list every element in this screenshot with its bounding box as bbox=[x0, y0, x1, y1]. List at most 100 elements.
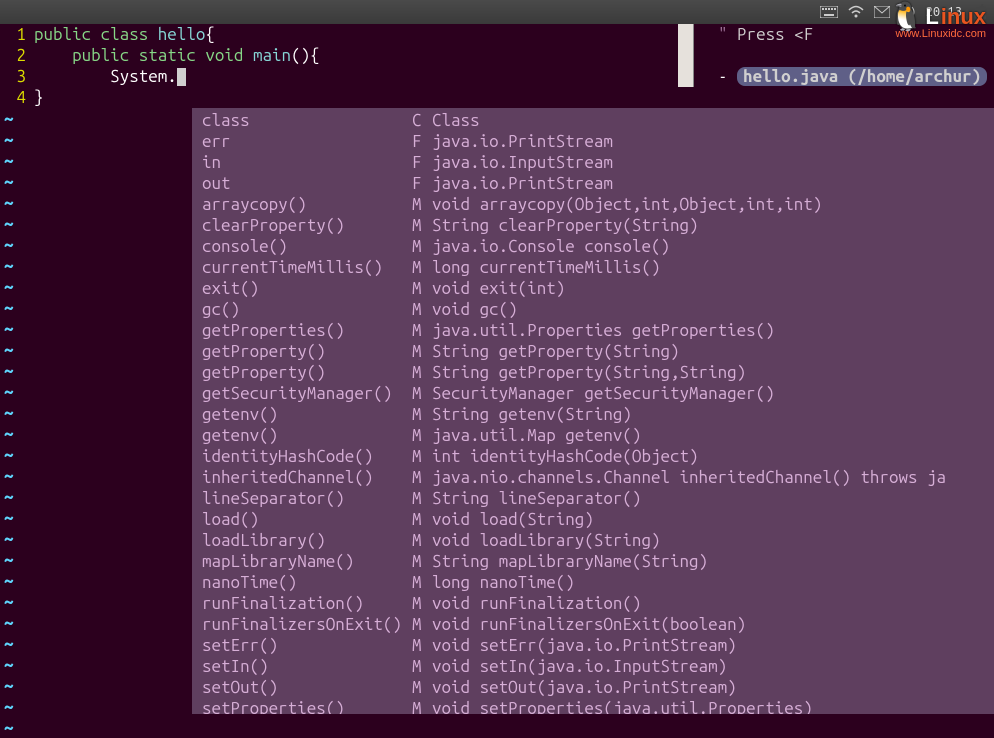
completion-item[interactable]: setOut()Mvoid setOut(java.io.PrintStream… bbox=[192, 677, 994, 698]
completion-name: runFinalizersOnExit() bbox=[202, 614, 412, 635]
code-text: System. bbox=[34, 66, 186, 87]
completion-item[interactable]: load()Mvoid load(String) bbox=[192, 509, 994, 530]
completion-kind: M bbox=[412, 341, 432, 362]
completion-name: currentTimeMillis() bbox=[202, 257, 412, 278]
completion-name: getenv() bbox=[202, 404, 412, 425]
completion-kind: M bbox=[412, 677, 432, 698]
completion-name: getProperty() bbox=[202, 362, 412, 383]
completion-name: getProperties() bbox=[202, 320, 412, 341]
completion-item[interactable]: nanoTime()Mlong nanoTime() bbox=[192, 572, 994, 593]
code-text: public class hello{ bbox=[34, 24, 215, 45]
completion-item[interactable]: classCClass bbox=[192, 110, 994, 131]
completion-item[interactable]: currentTimeMillis()Mlong currentTimeMill… bbox=[192, 257, 994, 278]
completion-signature: void setIn(java.io.InputStream) bbox=[432, 656, 994, 677]
completion-kind: M bbox=[412, 425, 432, 446]
completion-kind: M bbox=[412, 404, 432, 425]
completion-item[interactable]: arraycopy()Mvoid arraycopy(Object,int,Ob… bbox=[192, 194, 994, 215]
completion-item[interactable]: getSecurityManager()MSecurityManager get… bbox=[192, 383, 994, 404]
line-number: 2 bbox=[4, 45, 34, 66]
completion-item[interactable]: console()Mjava.io.Console console() bbox=[192, 236, 994, 257]
completion-item[interactable]: errFjava.io.PrintStream bbox=[192, 131, 994, 152]
completion-popup[interactable]: classCClasserrFjava.io.PrintStreaminFjav… bbox=[192, 108, 994, 714]
completion-kind: M bbox=[412, 488, 432, 509]
split-scrollbar[interactable] bbox=[678, 24, 694, 87]
completion-signature: void setOut(java.io.PrintStream) bbox=[432, 677, 994, 698]
completion-item[interactable]: setProperties()Mvoid setProperties(java.… bbox=[192, 698, 994, 714]
completion-signature: String getProperty(String,String) bbox=[432, 362, 994, 383]
completion-signature: java.util.Properties getProperties() bbox=[432, 320, 994, 341]
completion-item[interactable]: getProperty()MString getProperty(String,… bbox=[192, 362, 994, 383]
completion-name: gc() bbox=[202, 299, 412, 320]
completion-signature: java.nio.channels.Channel inheritedChann… bbox=[432, 467, 994, 488]
keyboard-icon[interactable] bbox=[820, 6, 838, 18]
completion-item[interactable]: inFjava.io.InputStream bbox=[192, 152, 994, 173]
completion-signature: String lineSeparator() bbox=[432, 488, 994, 509]
completion-signature: void load(String) bbox=[432, 509, 994, 530]
empty-line-tildes: ~~~~~~~~~~~~~~~~~~~~~~~~~~~~~~ bbox=[4, 108, 14, 738]
completion-signature: String clearProperty(String) bbox=[432, 215, 994, 236]
completion-signature: String mapLibraryName(String) bbox=[432, 551, 994, 572]
completion-item[interactable]: identityHashCode()Mint identityHashCode(… bbox=[192, 446, 994, 467]
completion-item[interactable]: runFinalizersOnExit()Mvoid runFinalizers… bbox=[192, 614, 994, 635]
completion-name: exit() bbox=[202, 278, 412, 299]
code-text: } bbox=[34, 87, 44, 108]
completion-signature: java.io.Console console() bbox=[432, 236, 994, 257]
completion-kind: M bbox=[412, 383, 432, 404]
completion-kind: M bbox=[412, 215, 432, 236]
line-number: 3 bbox=[4, 66, 34, 87]
completion-item[interactable]: gc()Mvoid gc() bbox=[192, 299, 994, 320]
completion-signature: java.io.PrintStream bbox=[432, 131, 994, 152]
completion-item[interactable]: runFinalization()Mvoid runFinalization() bbox=[192, 593, 994, 614]
completion-name: getProperty() bbox=[202, 341, 412, 362]
completion-name: nanoTime() bbox=[202, 572, 412, 593]
completion-name: class bbox=[202, 110, 412, 131]
completion-signature: void arraycopy(Object,int,Object,int,int… bbox=[432, 194, 994, 215]
code-text: public static void main(){ bbox=[34, 45, 320, 66]
completion-item[interactable]: outFjava.io.PrintStream bbox=[192, 173, 994, 194]
completion-item[interactable]: setIn()Mvoid setIn(java.io.InputStream) bbox=[192, 656, 994, 677]
watermark-url: www.Linuxidc.com bbox=[896, 28, 986, 40]
completion-kind: M bbox=[412, 362, 432, 383]
completion-item[interactable]: loadLibrary()Mvoid loadLibrary(String) bbox=[192, 530, 994, 551]
completion-signature: long currentTimeMillis() bbox=[432, 257, 994, 278]
completion-name: lineSeparator() bbox=[202, 488, 412, 509]
completion-signature: void setErr(java.io.PrintStream) bbox=[432, 635, 994, 656]
completion-item[interactable]: inheritedChannel()Mjava.nio.channels.Cha… bbox=[192, 467, 994, 488]
completion-item[interactable]: getenv()MString getenv(String) bbox=[192, 404, 994, 425]
completion-kind: M bbox=[412, 257, 432, 278]
completion-kind: M bbox=[412, 446, 432, 467]
completion-item[interactable]: mapLibraryName()MString mapLibraryName(S… bbox=[192, 551, 994, 572]
completion-item[interactable]: clearProperty()MString clearProperty(Str… bbox=[192, 215, 994, 236]
vim-editor: 1public class hello{2 public static void… bbox=[0, 24, 994, 714]
code-line[interactable]: 4} bbox=[4, 87, 994, 108]
line-number: 1 bbox=[4, 24, 34, 45]
completion-kind: M bbox=[412, 278, 432, 299]
completion-item[interactable]: lineSeparator()MString lineSeparator() bbox=[192, 488, 994, 509]
completion-signature: SecurityManager getSecurityManager() bbox=[432, 383, 994, 404]
completion-kind: M bbox=[412, 572, 432, 593]
completion-signature: java.util.Map getenv() bbox=[432, 425, 994, 446]
completion-item[interactable]: exit()Mvoid exit(int) bbox=[192, 278, 994, 299]
cursor bbox=[177, 68, 186, 86]
completion-kind: M bbox=[412, 551, 432, 572]
completion-item[interactable]: getenv()Mjava.util.Map getenv() bbox=[192, 425, 994, 446]
line-number: 4 bbox=[4, 87, 34, 108]
completion-kind: M bbox=[412, 530, 432, 551]
completion-item[interactable]: getProperties()Mjava.util.Properties get… bbox=[192, 320, 994, 341]
completion-kind: M bbox=[412, 698, 432, 714]
completion-signature: java.io.PrintStream bbox=[432, 173, 994, 194]
wifi-icon[interactable] bbox=[848, 5, 864, 19]
completion-item[interactable]: setErr()Mvoid setErr(java.io.PrintStream… bbox=[192, 635, 994, 656]
completion-name: mapLibraryName() bbox=[202, 551, 412, 572]
completion-name: setOut() bbox=[202, 677, 412, 698]
completion-name: arraycopy() bbox=[202, 194, 412, 215]
completion-signature: java.io.InputStream bbox=[432, 152, 994, 173]
completion-kind: M bbox=[412, 635, 432, 656]
mail-icon[interactable] bbox=[874, 6, 890, 18]
system-menubar: 20:13 bbox=[0, 0, 994, 24]
completion-signature: void runFinalizersOnExit(boolean) bbox=[432, 614, 994, 635]
taglist-file[interactable]: - hello.java (/home/archur) bbox=[714, 66, 994, 87]
completion-kind: M bbox=[412, 467, 432, 488]
completion-name: load() bbox=[202, 509, 412, 530]
completion-item[interactable]: getProperty()MString getProperty(String) bbox=[192, 341, 994, 362]
